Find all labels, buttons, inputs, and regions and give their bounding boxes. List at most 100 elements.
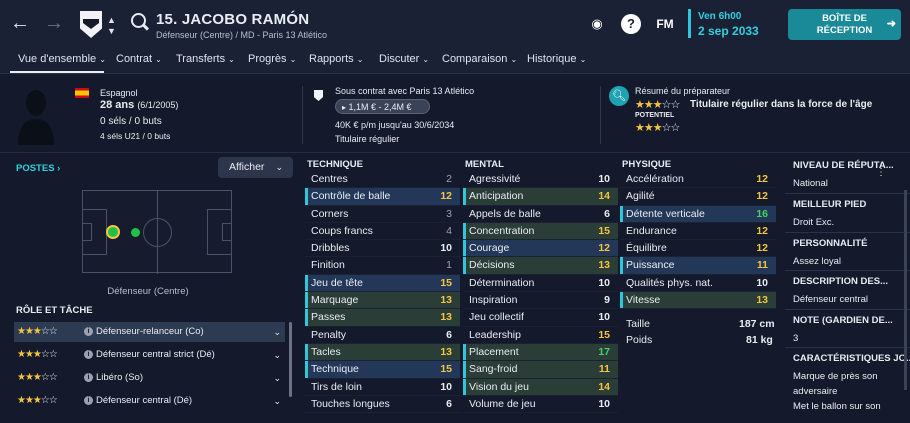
attribute-row[interactable]: Appels de balle 6 bbox=[463, 206, 618, 223]
attribute-row[interactable]: Marquage 13 bbox=[305, 292, 460, 310]
attribute-name: Jeu collectif bbox=[469, 311, 524, 324]
key-attribute-bar bbox=[620, 257, 623, 274]
attribute-row[interactable]: Agressivité 10 bbox=[463, 171, 618, 189]
side-info-value: Marque de près son adversaire Met le bal… bbox=[793, 371, 881, 412]
attribute-row[interactable]: Jeu de tête 15 bbox=[305, 274, 460, 293]
attribute-row[interactable]: Contrôle de balle 12 bbox=[305, 188, 460, 206]
role-item[interactable]: ★★★☆☆ i Libéro (So) ⌄ bbox=[14, 368, 285, 388]
inbox-button[interactable]: BOÎTE DE RÉCEPTION ➜ bbox=[788, 9, 901, 40]
coach-summary-label: Résumé du préparateur bbox=[635, 86, 731, 96]
attribute-row[interactable]: Courage 12 bbox=[463, 240, 618, 258]
fm-menu-icon[interactable]: FM bbox=[655, 14, 675, 34]
tab-comparison[interactable]: Comparaison ⌄ bbox=[442, 53, 517, 65]
attribute-row[interactable]: Anticipation 14 bbox=[463, 188, 618, 206]
roles-scrollbar[interactable] bbox=[289, 322, 292, 397]
attribute-row[interactable]: Agilité 12 bbox=[620, 188, 776, 206]
chevron-up-icon[interactable]: ▲ bbox=[107, 15, 116, 25]
side-info-value: Défenseur central bbox=[793, 294, 868, 305]
attribute-name: Détermination bbox=[469, 276, 535, 289]
attribute-row[interactable]: Tirs de loin 10 bbox=[305, 379, 460, 396]
attribute-name: Équilibre bbox=[626, 242, 667, 255]
role-item[interactable]: ★★★☆☆ i Défenseur central strict (Dé) ⌄ bbox=[14, 345, 285, 365]
position-pitch bbox=[82, 190, 232, 274]
chevron-down-icon[interactable]: ▼ bbox=[107, 26, 116, 36]
natural-position-marker[interactable] bbox=[106, 225, 120, 239]
chevron-down-icon: ⌄ bbox=[273, 350, 281, 360]
back-arrow-icon[interactable]: ← bbox=[8, 10, 32, 36]
attribute-row[interactable]: Décisions 13 bbox=[463, 257, 618, 275]
attribute-row[interactable]: Détermination 10 bbox=[463, 275, 618, 293]
tab-bar: Vue d'ensemble ⌄ Contrat ⌄ Transferts ⌄ … bbox=[0, 48, 910, 74]
value-range-pill[interactable]: ▸ 1,1M € - 2,4M € bbox=[335, 99, 430, 114]
attribute-value: 16 bbox=[756, 207, 768, 220]
attribute-value: 10 bbox=[598, 173, 610, 185]
side-info-title: MEILLEUR PIED bbox=[793, 199, 867, 210]
attribute-row[interactable]: Volume de jeu 10 bbox=[463, 396, 618, 414]
attribute-row[interactable]: Leadership 15 bbox=[463, 327, 618, 344]
attribute-row[interactable]: Centres 2 bbox=[305, 171, 460, 189]
player-avatar bbox=[18, 90, 54, 145]
side-divider bbox=[785, 193, 910, 194]
attribute-row[interactable]: Puissance 11 bbox=[620, 257, 776, 275]
attribute-row[interactable]: Penalty 6 bbox=[305, 327, 460, 344]
attribute-row[interactable]: Placement 17 bbox=[463, 343, 618, 362]
attribute-row[interactable]: Vision du jeu 14 bbox=[463, 378, 618, 396]
tab-reports[interactable]: Rapports ⌄ bbox=[309, 53, 363, 65]
role-stars: ★★★☆☆ bbox=[17, 326, 58, 337]
tab-contract[interactable]: Contrat ⌄ bbox=[116, 53, 162, 65]
attribute-row[interactable]: Corners 3 bbox=[305, 206, 460, 223]
attribute-name: Penalty bbox=[311, 328, 347, 341]
tab-transfers[interactable]: Transferts ⌄ bbox=[176, 53, 235, 65]
role-item[interactable]: ★★★☆☆ i Défenseur-relanceur (Co) ⌄ bbox=[14, 322, 285, 342]
date-day: Ven 6h00 bbox=[698, 11, 742, 22]
attribute-value: 12 bbox=[440, 190, 452, 203]
attribute-row[interactable]: Passes 13 bbox=[305, 309, 460, 327]
attribute-row[interactable]: Touches longues 6 bbox=[305, 396, 460, 414]
attribute-row[interactable]: Vitesse 13 bbox=[620, 292, 776, 310]
position-label: Défenseur (Centre) bbox=[107, 286, 189, 297]
role-item[interactable]: ★★★☆☆ i Défenseur central (Dé) ⌄ bbox=[14, 391, 285, 411]
attribute-name: Sang-froid bbox=[469, 363, 518, 376]
attribute-value: 6 bbox=[604, 207, 610, 220]
attribute-row[interactable]: Endurance 12 bbox=[620, 223, 776, 241]
chevron-down-icon: ⌄ bbox=[273, 396, 281, 406]
forward-arrow-icon[interactable]: → bbox=[42, 10, 66, 36]
attribute-value: 4 bbox=[446, 224, 452, 237]
attribute-row[interactable]: Dribbles 10 bbox=[305, 240, 460, 258]
attribute-row[interactable]: Inspiration 9 bbox=[463, 292, 618, 310]
attribute-row[interactable]: Sang-froid 11 bbox=[463, 361, 618, 379]
key-attribute-bar bbox=[463, 343, 466, 361]
tab-overview[interactable]: Vue d'ensemble ⌄ bbox=[18, 53, 106, 65]
attribute-row[interactable]: Concentration 15 bbox=[463, 222, 618, 241]
inbox-label-2: RÉCEPTION bbox=[816, 25, 873, 36]
attribute-row[interactable]: Finition 1 bbox=[305, 257, 460, 275]
attribute-row[interactable]: Coups francs 4 bbox=[305, 223, 460, 241]
tab-history[interactable]: Historique ⌄ bbox=[527, 53, 586, 65]
tab-discuss[interactable]: Discuter ⌄ bbox=[379, 53, 429, 65]
help-icon[interactable]: ? bbox=[621, 14, 641, 34]
key-attribute-bar bbox=[305, 343, 308, 361]
secondary-position-marker[interactable] bbox=[131, 228, 140, 237]
attribute-row[interactable]: Jeu collectif 10 bbox=[463, 309, 618, 327]
side-info-title: DESCRIPTION DES... bbox=[793, 276, 889, 287]
attribute-row[interactable]: Détente verticale 16 bbox=[620, 205, 776, 223]
coach-report-icon[interactable]: 🔍︎ bbox=[609, 86, 629, 106]
side-scrollbar[interactable] bbox=[904, 190, 907, 390]
show-dropdown[interactable]: Afficher ⌄ bbox=[218, 157, 293, 178]
attribute-row[interactable]: Tacles 13 bbox=[305, 343, 460, 362]
positions-title[interactable]: POSTES › bbox=[16, 163, 60, 174]
attribute-row[interactable]: Qualités phys. nat. 10 bbox=[620, 275, 776, 293]
attribute-name: Courage bbox=[469, 242, 510, 255]
attribute-row[interactable]: Équilibre 12 bbox=[620, 240, 776, 258]
attribute-value: 13 bbox=[440, 294, 452, 307]
world-icon[interactable]: ◉ bbox=[587, 14, 607, 34]
attribute-name: Tacles bbox=[311, 345, 341, 358]
attribute-row[interactable]: Accélération 12 bbox=[620, 171, 776, 189]
tab-progress[interactable]: Progrès ⌄ bbox=[248, 53, 296, 65]
search-icon[interactable] bbox=[131, 13, 146, 28]
attribute-value: 12 bbox=[756, 190, 768, 203]
side-info-title: PERSONNALITÉ bbox=[793, 238, 868, 249]
attribute-name: Finition bbox=[311, 259, 345, 272]
key-attribute-bar bbox=[305, 274, 308, 292]
attribute-row[interactable]: Technique 15 bbox=[305, 361, 460, 379]
